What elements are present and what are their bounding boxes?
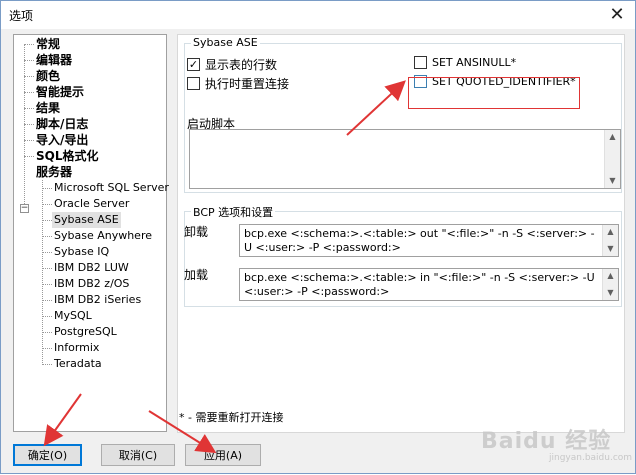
collapse-icon[interactable]: −	[20, 204, 29, 213]
nav-item-intellisense[interactable]: 智能提示	[36, 84, 84, 100]
window-title: 选项	[9, 9, 34, 23]
tree-connector	[42, 188, 52, 189]
nav-item-postgresql[interactable]: PostgreSQL	[54, 324, 117, 340]
show-rowcount-label: 显示表的行数	[205, 58, 278, 72]
nav-item-mysql[interactable]: MySQL	[54, 308, 92, 324]
set-ansinull-label: SET ANSINULL*	[432, 56, 517, 69]
tree-connector	[42, 252, 52, 253]
tree-connector	[24, 76, 34, 77]
tree-connector	[42, 364, 52, 365]
tree-connector	[24, 124, 34, 125]
highlight-annotation-box	[408, 77, 580, 109]
group-title-sybase-ase: Sybase ASE	[191, 36, 260, 49]
tree-connector	[42, 180, 43, 365]
nav-item-general[interactable]: 常规	[36, 36, 60, 52]
bcp-settings-group: BCP 选项和设置 卸载 bcp.exe <:schema:>.<:table:…	[184, 204, 622, 307]
startup-script-scrollbar[interactable]: ▲ ▼	[604, 130, 620, 188]
apply-button[interactable]: 应用(A)	[185, 444, 261, 466]
group-title-bcp: BCP 选项和设置	[191, 204, 276, 220]
nav-item-script-log[interactable]: 脚本/日志	[36, 116, 88, 132]
nav-item-results[interactable]: 结果	[36, 100, 60, 116]
tree-connector	[24, 60, 34, 61]
nav-item-mssql[interactable]: Microsoft SQL Server	[54, 180, 169, 196]
options-dialog: 选项 ✕ 常规 编辑器 颜色 智能提示 结果 脚本/日志 导入/导出 SQL格式…	[0, 0, 636, 474]
scroll-down-icon[interactable]: ▼	[603, 242, 618, 256]
tree-connector	[24, 156, 34, 157]
nav-item-editor[interactable]: 编辑器	[36, 52, 72, 68]
scroll-down-icon[interactable]: ▼	[603, 286, 618, 300]
nav-item-teradata[interactable]: Teradata	[54, 356, 102, 372]
tree-connector	[42, 348, 52, 349]
unload-scrollbar[interactable]: ▲ ▼	[602, 225, 618, 256]
show-rowcount-checkbox[interactable]: ✓	[187, 58, 200, 71]
nav-item-sybase-anywhere[interactable]: Sybase Anywhere	[54, 228, 152, 244]
nav-item-db2-iseries[interactable]: IBM DB2 iSeries	[54, 292, 141, 308]
nav-item-db2-zos[interactable]: IBM DB2 z/OS	[54, 276, 129, 292]
scroll-up-icon[interactable]: ▲	[603, 269, 618, 283]
nav-item-sql-format[interactable]: SQL格式化	[36, 148, 99, 164]
tree-connector	[42, 268, 52, 269]
tree-connector	[24, 44, 34, 45]
title-bar: 选项 ✕	[1, 1, 635, 29]
load-command-textarea[interactable]: bcp.exe <:schema:>.<:table:> in "<:file:…	[239, 268, 619, 301]
tree-connector	[42, 220, 52, 221]
scroll-up-icon[interactable]: ▲	[603, 225, 618, 239]
scroll-down-icon[interactable]: ▼	[605, 174, 620, 188]
nav-item-sybase-iq[interactable]: Sybase IQ	[54, 244, 109, 260]
tree-connector	[42, 284, 52, 285]
settings-panel: Sybase ASE ✓ 显示表的行数 执行时重置连接 SET ANSINULL…	[177, 34, 625, 433]
unload-label: 卸载	[184, 225, 209, 239]
tree-connector	[42, 236, 52, 237]
unload-command-textarea[interactable]: bcp.exe <:schema:>.<:table:> out "<:file…	[239, 224, 619, 257]
tree-connector	[24, 140, 34, 141]
scroll-up-icon[interactable]: ▲	[605, 130, 620, 144]
sybase-ase-group: Sybase ASE ✓ 显示表的行数 执行时重置连接 SET ANSINULL…	[184, 36, 622, 193]
restart-footnote: * - 需要重新打开连接	[179, 411, 284, 424]
startup-script-textarea[interactable]: ▲ ▼	[189, 129, 621, 189]
tree-connector	[24, 44, 25, 210]
options-nav-tree[interactable]: 常规 编辑器 颜色 智能提示 结果 脚本/日志 导入/导出 SQL格式化 − 服…	[13, 34, 169, 432]
tree-connector	[42, 300, 52, 301]
nav-item-colors[interactable]: 颜色	[36, 68, 60, 84]
unload-command-value: bcp.exe <:schema:>.<:table:> out "<:file…	[244, 227, 595, 254]
baidu-watermark: Baidu 经验	[481, 429, 612, 454]
show-rowcount-option[interactable]: ✓ 显示表的行数	[187, 56, 277, 73]
reset-on-exec-checkbox[interactable]	[187, 77, 200, 90]
nav-item-servers[interactable]: 服务器	[36, 164, 72, 180]
tree-connector	[42, 316, 52, 317]
close-button[interactable]: ✕	[605, 3, 629, 25]
load-command-value: bcp.exe <:schema:>.<:table:> in "<:file:…	[244, 271, 595, 298]
tree-connector	[24, 108, 34, 109]
cancel-button[interactable]: 取消(C)	[101, 444, 175, 466]
tree-connector	[24, 92, 34, 93]
load-label: 加载	[184, 268, 209, 282]
load-scrollbar[interactable]: ▲ ▼	[602, 269, 618, 300]
set-ansinull-checkbox[interactable]	[414, 56, 427, 69]
nav-item-import-export[interactable]: 导入/导出	[36, 132, 88, 148]
tree-connector	[42, 332, 52, 333]
set-ansinull-option[interactable]: SET ANSINULL*	[414, 56, 516, 69]
nav-item-oracle[interactable]: Oracle Server	[54, 196, 129, 212]
tree-connector	[42, 204, 52, 205]
reset-on-exec-option[interactable]: 执行时重置连接	[187, 75, 289, 92]
baidu-watermark-url: jingyan.baidu.com	[549, 453, 633, 463]
ok-button[interactable]: 确定(O)	[13, 444, 82, 466]
nav-item-db2-luw[interactable]: IBM DB2 LUW	[54, 260, 129, 276]
nav-item-informix[interactable]: Informix	[54, 340, 99, 356]
nav-item-sybase-ase[interactable]: Sybase ASE	[52, 212, 121, 228]
reset-on-exec-label: 执行时重置连接	[205, 77, 290, 91]
